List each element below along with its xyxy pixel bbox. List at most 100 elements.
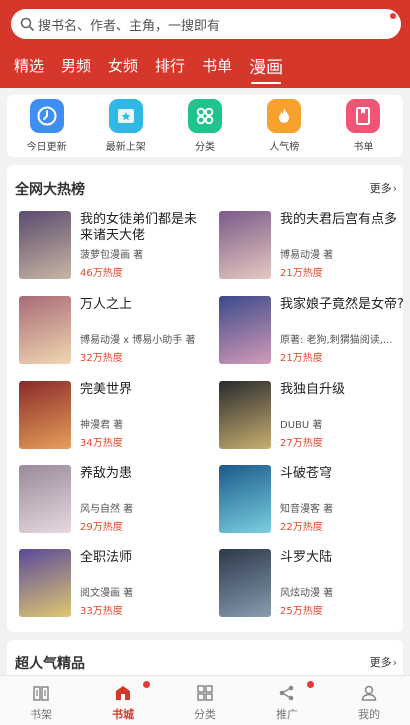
clock-icon bbox=[29, 99, 64, 133]
star-box-icon bbox=[108, 99, 143, 133]
book-author: 知音漫客 著 bbox=[280, 504, 334, 515]
shortcut-new-arrivals[interactable]: 最新上架 bbox=[86, 95, 165, 157]
book-card[interactable]: 全职法师 阅文漫画 著 33万热度 bbox=[19, 549, 217, 619]
tab-male[interactable]: 男频 bbox=[61, 55, 91, 76]
book-card[interactable]: 我独自升级 DUBU 著 27万热度 bbox=[219, 381, 410, 451]
book-card[interactable]: 我的夫君后宫有点多 博易动漫 著 21万热度 bbox=[219, 211, 410, 281]
book-heat: 29万热度 bbox=[80, 522, 123, 533]
tab-selected[interactable]: 精选 bbox=[14, 55, 44, 76]
category-shortcuts: 今日更新 最新上架 分类 人气榜 书单 bbox=[7, 95, 403, 157]
book-author: 风与自然 著 bbox=[80, 504, 134, 515]
book-author: 博易动漫 x 博易小助手 著 bbox=[80, 335, 196, 346]
book-title: 我家娘子竟然是女帝? bbox=[280, 297, 404, 312]
book-title: 全职法师 bbox=[80, 550, 133, 565]
badge-dot bbox=[143, 681, 150, 688]
popular-section: 超人气精品 更多 › bbox=[7, 640, 403, 680]
book-author: 菠萝包漫画 著 bbox=[80, 250, 144, 261]
book-heat: 46万热度 bbox=[80, 268, 123, 279]
shortcut-booklist[interactable]: 书单 bbox=[324, 95, 403, 157]
grid-icon bbox=[188, 99, 222, 133]
tab-comics[interactable]: 漫画 bbox=[249, 53, 283, 84]
hot-ranking-section: 全网大热榜 更多 › 我的女徒弟们都是未来诸天大佬 菠萝包漫画 著 46万热度 我… bbox=[7, 165, 404, 632]
tab-ranking[interactable]: 排行 bbox=[155, 55, 185, 76]
book-card[interactable]: 我家娘子竟然是女帝? 原著: 老狗,刺猬猫阅读,... 21万热度 bbox=[219, 296, 410, 366]
book-heat: 32万热度 bbox=[80, 353, 123, 364]
more-label: 更多 bbox=[369, 656, 392, 669]
book-card[interactable]: 斗破苍穹 知音漫客 著 22万热度 bbox=[219, 465, 410, 535]
book-cover bbox=[219, 465, 271, 533]
nav-label: 书架 bbox=[30, 708, 52, 721]
book-title: 我的夫君后宫有点多 bbox=[280, 212, 398, 227]
tab-booklist[interactable]: 书单 bbox=[202, 55, 232, 76]
book-author: 神漫君 著 bbox=[80, 420, 124, 431]
book-title: 万人之上 bbox=[80, 297, 133, 312]
shortcut-today-update[interactable]: 今日更新 bbox=[7, 95, 86, 157]
shortcut-label: 今日更新 bbox=[26, 142, 67, 153]
nav-category[interactable]: 分类 bbox=[164, 676, 246, 725]
shortcut-label: 分类 bbox=[195, 142, 215, 153]
bookshelf-icon bbox=[33, 686, 49, 701]
book-cover bbox=[219, 381, 271, 449]
book-title: 斗破苍穹 bbox=[280, 466, 333, 481]
search-bar[interactable]: 搜书名、作者、主角，一搜即有 bbox=[11, 9, 401, 39]
book-cover bbox=[219, 296, 271, 364]
book-card[interactable]: 养敌为患 风与自然 著 29万热度 bbox=[19, 465, 217, 535]
book-card[interactable]: 万人之上 博易动漫 x 博易小助手 著 32万热度 bbox=[19, 296, 217, 366]
bottom-navigation: 书架 书城 分类 推广 我的 bbox=[0, 675, 410, 725]
book-title: 养敌为患 bbox=[80, 466, 133, 481]
book-title: 完美世界 bbox=[80, 382, 133, 397]
book-cover bbox=[219, 549, 271, 617]
book-author: DUBU 著 bbox=[280, 420, 323, 431]
book-author: 原著: 老狗,刺猬猫阅读,... bbox=[280, 335, 393, 346]
flame-icon bbox=[267, 99, 302, 133]
nav-label: 书城 bbox=[112, 708, 134, 721]
book-card[interactable]: 我的女徒弟们都是未来诸天大佬 菠萝包漫画 著 46万热度 bbox=[19, 211, 217, 281]
tab-female[interactable]: 女频 bbox=[108, 55, 138, 76]
book-cover bbox=[19, 549, 71, 617]
chevron-right-icon: › bbox=[392, 655, 397, 669]
more-link[interactable]: 更多 › bbox=[370, 180, 397, 196]
nav-label: 我的 bbox=[358, 708, 380, 721]
nav-label: 推广 bbox=[276, 708, 298, 721]
book-title: 我的女徒弟们都是未来诸天大佬 bbox=[80, 212, 198, 243]
book-icon bbox=[346, 99, 381, 133]
nav-label: 分类 bbox=[194, 708, 216, 721]
store-icon bbox=[116, 686, 130, 700]
more-link[interactable]: 更多 › bbox=[370, 654, 397, 670]
book-heat: 27万热度 bbox=[280, 438, 323, 449]
shortcut-label: 人气榜 bbox=[269, 142, 300, 153]
nav-bookshelf[interactable]: 书架 bbox=[0, 676, 82, 725]
notification-dot bbox=[390, 13, 396, 19]
channel-tabs: 精选 男频 女频 排行 书单 漫画 bbox=[0, 50, 300, 84]
book-cover bbox=[19, 296, 71, 364]
badge-dot bbox=[307, 681, 314, 688]
shortcut-label: 书单 bbox=[353, 142, 374, 153]
book-cover bbox=[219, 211, 271, 279]
book-card[interactable]: 斗罗大陆 风炫动漫 著 25万热度 bbox=[219, 549, 410, 619]
book-card[interactable]: 完美世界 神漫君 著 34万热度 bbox=[19, 381, 217, 451]
section-title: 全网大热榜 bbox=[15, 182, 85, 198]
search-placeholder: 搜书名、作者、主角，一搜即有 bbox=[38, 18, 221, 34]
book-author: 博易动漫 著 bbox=[280, 250, 334, 261]
shortcut-label: 最新上架 bbox=[105, 142, 146, 153]
book-heat: 22万热度 bbox=[280, 522, 323, 533]
more-label: 更多 bbox=[369, 182, 392, 195]
search-icon bbox=[20, 17, 34, 31]
top-header: 搜书名、作者、主角，一搜即有 精选 男频 女频 排行 书单 漫画 bbox=[0, 0, 410, 88]
book-heat: 21万热度 bbox=[280, 353, 323, 364]
nav-store[interactable]: 书城 bbox=[82, 676, 164, 725]
book-heat: 33万热度 bbox=[80, 606, 123, 617]
book-heat: 25万热度 bbox=[280, 606, 323, 617]
section-title: 超人气精品 bbox=[15, 656, 85, 672]
book-title: 斗罗大陆 bbox=[280, 550, 333, 565]
profile-icon bbox=[361, 685, 377, 701]
book-heat: 34万热度 bbox=[80, 438, 123, 449]
book-cover bbox=[19, 381, 71, 449]
nav-promote[interactable]: 推广 bbox=[246, 676, 328, 725]
book-author: 风炫动漫 著 bbox=[280, 588, 334, 599]
shortcut-popular[interactable]: 人气榜 bbox=[245, 95, 324, 157]
nav-profile[interactable]: 我的 bbox=[328, 676, 410, 725]
book-cover bbox=[19, 465, 71, 533]
shortcut-category[interactable]: 分类 bbox=[165, 95, 244, 157]
share-icon bbox=[279, 685, 294, 701]
